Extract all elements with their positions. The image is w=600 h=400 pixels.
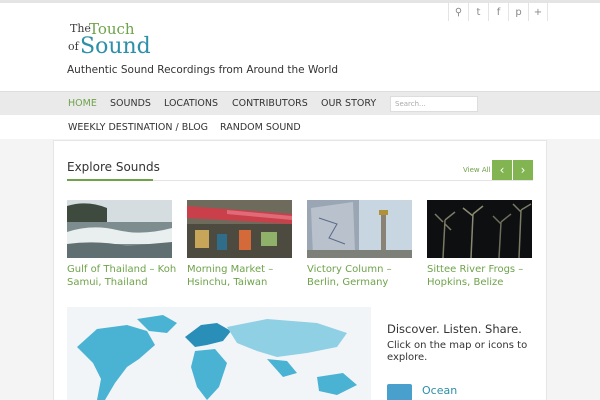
- prev-arrow-button[interactable]: ‹: [492, 160, 512, 180]
- logo-text-sound: Sound: [80, 34, 151, 59]
- sound-caption-gulf[interactable]: Gulf of Thailand – Koh Samui, Thailand: [67, 263, 177, 289]
- search-input[interactable]: Search...: [390, 96, 478, 112]
- twitter-icon[interactable]: t: [468, 3, 488, 21]
- sound-caption-victory-column[interactable]: Victory Column – Berlin, Germany: [307, 263, 417, 289]
- nav-weekly-destination[interactable]: WEEKLY DESTINATION / BLOG: [68, 122, 208, 133]
- discover-heading: Discover. Listen. Share.: [387, 322, 522, 336]
- section-divider: [153, 180, 533, 181]
- nav-contributors[interactable]: CONTRIBUTORS: [232, 98, 308, 109]
- title-underline: [67, 179, 153, 181]
- secondary-nav: WEEKLY DESTINATION / BLOG RANDOM SOUND: [0, 115, 600, 139]
- nav-sounds[interactable]: SOUNDS: [110, 98, 151, 109]
- nav-random-sound[interactable]: RANDOM SOUND: [220, 122, 301, 133]
- next-arrow-button[interactable]: ›: [513, 160, 533, 180]
- sound-caption-market[interactable]: Morning Market – Hsinchu, Taiwan: [187, 263, 297, 289]
- view-all-link[interactable]: View All: [463, 166, 491, 174]
- sound-caption-frogs[interactable]: Sittee River Frogs – Hopkins, Belize: [427, 263, 537, 289]
- plus-icon[interactable]: +: [528, 3, 548, 21]
- primary-nav: HOME SOUNDS LOCATIONS CONTRIBUTORS OUR S…: [0, 91, 600, 115]
- site-tagline: Authentic Sound Recordings from Around t…: [67, 64, 339, 76]
- sound-thumbnail-gulf[interactable]: [67, 200, 172, 258]
- chevron-right-icon: ›: [520, 163, 526, 177]
- nav-locations[interactable]: LOCATIONS: [164, 98, 218, 109]
- search-icon[interactable]: ⚲: [448, 3, 468, 21]
- explore-title: Explore Sounds: [67, 160, 160, 174]
- pinterest-icon[interactable]: p: [508, 3, 528, 21]
- discover-instructions: Click on the map or icons to explore.: [387, 340, 528, 363]
- nav-home[interactable]: HOME: [68, 98, 97, 109]
- chevron-left-icon: ‹: [499, 163, 505, 177]
- social-icons: ⚲ t f p +: [448, 3, 548, 21]
- world-map[interactable]: [67, 307, 371, 400]
- facebook-icon[interactable]: f: [488, 3, 508, 21]
- sound-thumbnail-victory-column[interactable]: [307, 200, 412, 258]
- site-logo[interactable]: The Touch of Sound: [67, 20, 151, 62]
- sound-thumbnail-frogs[interactable]: [427, 200, 532, 258]
- nav-our-story[interactable]: OUR STORY: [321, 98, 376, 109]
- ocean-icon[interactable]: [387, 384, 412, 400]
- logo-text-of: of: [68, 40, 79, 53]
- category-ocean[interactable]: Ocean: [422, 384, 457, 397]
- sound-thumbnail-market[interactable]: [187, 200, 292, 258]
